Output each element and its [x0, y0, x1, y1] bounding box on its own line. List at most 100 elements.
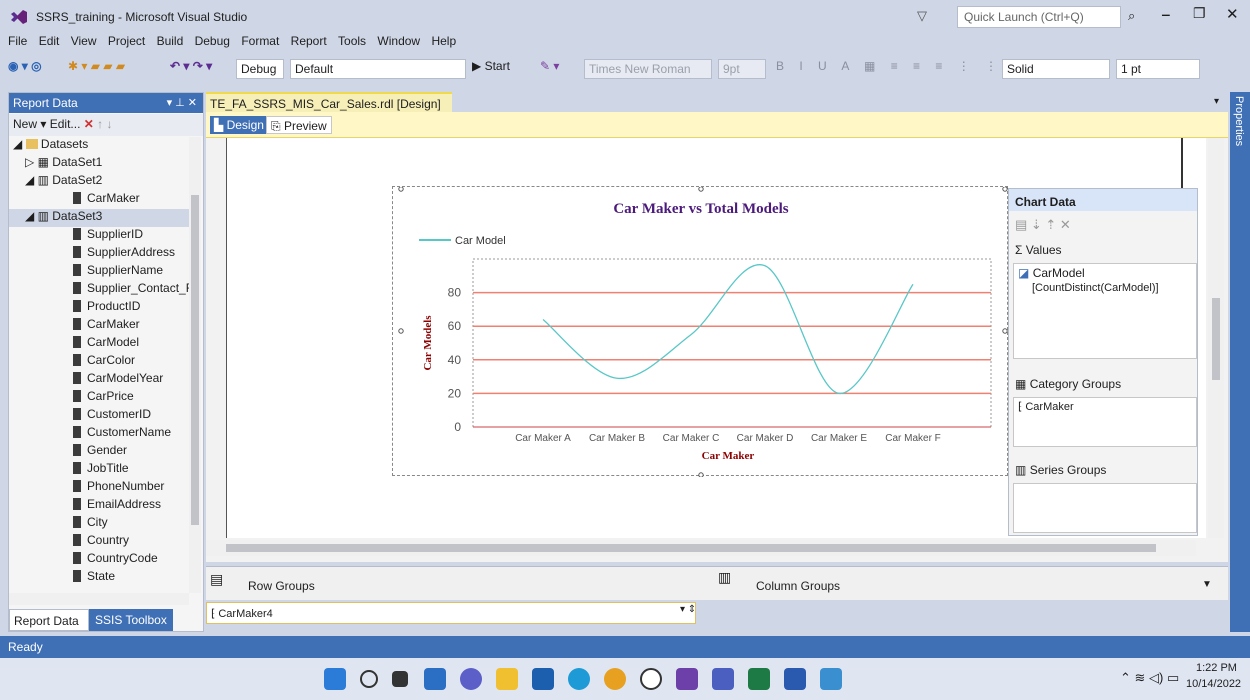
- field-item[interactable]: CarModel: [73, 335, 139, 353]
- system-tray-icons[interactable]: ⌃ ≋ ◁) ▭: [1120, 670, 1179, 686]
- field-item[interactable]: CarMaker: [73, 191, 140, 209]
- document-tab[interactable]: TE_FA_SSRS_MIS_Car_Sales.rdl [Design] ⊸ …: [206, 92, 452, 125]
- tree-dataset3[interactable]: ◢ ▥ DataSet3: [9, 209, 189, 227]
- start-button[interactable]: ▶ Start: [472, 59, 510, 73]
- field-item[interactable]: State: [73, 569, 115, 587]
- tree-dataset1[interactable]: ▷ ▦ DataSet1: [25, 155, 102, 173]
- value-expression[interactable]: [CountDistinct(CarModel)]: [1014, 282, 1196, 294]
- menu-window[interactable]: Window: [377, 34, 420, 48]
- field-item[interactable]: CarMaker: [73, 317, 140, 335]
- clock-time[interactable]: 1:22 PM: [1196, 662, 1237, 674]
- row-group-item[interactable]: ⁅ CarMaker4: [206, 602, 696, 624]
- border-width-select[interactable]: 1 pt: [1116, 59, 1200, 79]
- photos-icon[interactable]: [820, 668, 842, 690]
- teams-icon[interactable]: [712, 668, 734, 690]
- field-item[interactable]: SupplierAddress: [73, 245, 175, 263]
- tree-dataset2[interactable]: ◢ ▥ DataSet2: [25, 173, 102, 191]
- start-menu-icon[interactable]: [324, 668, 346, 690]
- font-family-select[interactable]: Times New Roman: [584, 59, 712, 79]
- horizontal-scrollbar[interactable]: [9, 593, 189, 605]
- row-group-dropdown-icon[interactable]: ▾ ⇕: [680, 604, 696, 615]
- field-item[interactable]: EmailAddress: [73, 497, 161, 515]
- solution-config-select[interactable]: Debug: [236, 59, 284, 79]
- field-item[interactable]: CountryCode: [73, 551, 158, 569]
- word-icon[interactable]: [784, 668, 806, 690]
- panel-pin-icon[interactable]: ▾ ⊥ ✕: [167, 96, 197, 109]
- quick-launch-input[interactable]: Quick Launch (Ctrl+Q): [957, 6, 1121, 28]
- category-group-item[interactable]: ⁅ CarMaker: [1014, 398, 1196, 415]
- menu-file[interactable]: File: [8, 34, 27, 48]
- format-painter-icon[interactable]: ✎ ▾: [540, 59, 559, 73]
- values-box[interactable]: ◪ CarModel [CountDistinct(CarModel)]: [1013, 263, 1197, 359]
- menu-debug[interactable]: Debug: [195, 34, 230, 48]
- edit-button[interactable]: Edit...: [50, 117, 81, 131]
- clock-date[interactable]: 10/14/2022: [1186, 678, 1241, 690]
- search-icon[interactable]: ⌕: [1128, 8, 1135, 24]
- excel-icon[interactable]: [748, 668, 770, 690]
- properties-tab[interactable]: Properties: [1233, 96, 1245, 146]
- tree-datasets[interactable]: ◢ Datasets: [13, 137, 88, 155]
- document-dropdown-icon[interactable]: ▾: [1214, 96, 1219, 107]
- tab-design[interactable]: ▙ Design: [210, 116, 268, 134]
- edge-browser-icon[interactable]: [568, 668, 590, 690]
- visual-studio-icon[interactable]: [676, 668, 698, 690]
- new-project-icon[interactable]: ✱ ▾ ▰ ▰ ▰: [68, 59, 125, 73]
- field-item[interactable]: Supplier_Contact_F: [73, 281, 193, 299]
- menu-view[interactable]: View: [71, 34, 97, 48]
- delete-icon[interactable]: ✕: [84, 117, 94, 131]
- field-item[interactable]: CustomerName: [73, 425, 171, 443]
- scroll-thumb[interactable]: [191, 195, 199, 525]
- move-up-icon[interactable]: ↑: [97, 117, 103, 131]
- chart[interactable]: Car Maker vs Total Models Car Model 0 20 4…: [392, 186, 1008, 477]
- solution-platform-select[interactable]: Default: [290, 59, 466, 79]
- field-item[interactable]: Country: [73, 533, 129, 551]
- search-icon[interactable]: [360, 670, 378, 688]
- grouping-dropdown-icon[interactable]: ▼: [1202, 579, 1212, 590]
- field-item[interactable]: CarModelYear: [73, 371, 163, 389]
- feedback-filter-icon[interactable]: ▽: [917, 8, 927, 24]
- value-series-item[interactable]: ◪ CarModel: [1014, 264, 1196, 282]
- tab-preview[interactable]: ⎘ Preview: [266, 116, 332, 134]
- move-down-icon[interactable]: ↓: [107, 117, 113, 131]
- field-item[interactable]: CarPrice: [73, 389, 134, 407]
- close-button[interactable]: ✕: [1226, 5, 1239, 23]
- field-item[interactable]: ProductID: [73, 299, 140, 317]
- back-icon[interactable]: ◉ ▾ ◎: [8, 59, 42, 73]
- field-item[interactable]: City: [73, 515, 108, 533]
- properties-strip[interactable]: [1230, 92, 1250, 632]
- scroll-thumb[interactable]: [226, 544, 1156, 552]
- restore-button[interactable]: ❐: [1193, 5, 1206, 22]
- field-item[interactable]: Gender: [73, 443, 127, 461]
- menu-edit[interactable]: Edit: [39, 34, 60, 48]
- minimize-button[interactable]: ‒: [1162, 6, 1170, 22]
- scroll-thumb[interactable]: [1212, 298, 1220, 380]
- tab-ssis-toolbox[interactable]: SSIS Toolbox: [89, 609, 173, 631]
- teams-chat-icon[interactable]: [460, 668, 482, 690]
- chrome-browser-icon[interactable]: [604, 668, 626, 690]
- menu-tools[interactable]: Tools: [338, 34, 366, 48]
- font-size-select[interactable]: 9pt: [718, 59, 766, 79]
- field-item[interactable]: SupplierID: [73, 227, 143, 245]
- undo-icon[interactable]: ↶ ▾ ↷ ▾: [170, 59, 212, 73]
- menu-report[interactable]: Report: [291, 34, 327, 48]
- menu-format[interactable]: Format: [241, 34, 279, 48]
- tab-report-data[interactable]: Report Data: [9, 609, 89, 631]
- series-groups-box[interactable]: [1013, 483, 1197, 533]
- soccer-app-icon[interactable]: [640, 668, 662, 690]
- field-item[interactable]: JobTitle: [73, 461, 129, 479]
- category-groups-box[interactable]: ⁅ CarMaker: [1013, 397, 1197, 447]
- menu-project[interactable]: Project: [108, 34, 145, 48]
- menu-build[interactable]: Build: [157, 34, 184, 48]
- menu-help[interactable]: Help: [431, 34, 456, 48]
- field-item[interactable]: SupplierName: [73, 263, 163, 281]
- chart-data-tools[interactable]: ▤ ⇣ ⇡ ✕: [1015, 217, 1071, 233]
- field-item[interactable]: CustomerID: [73, 407, 151, 425]
- file-explorer-icon[interactable]: [496, 668, 518, 690]
- store-icon[interactable]: [532, 668, 554, 690]
- border-style-select[interactable]: Solid: [1002, 59, 1110, 79]
- field-item[interactable]: PhoneNumber: [73, 479, 164, 497]
- task-view-icon[interactable]: [392, 671, 408, 687]
- new-dropdown[interactable]: New ▾: [13, 117, 46, 131]
- field-item[interactable]: CarColor: [73, 353, 135, 371]
- widgets-icon[interactable]: [424, 668, 446, 690]
